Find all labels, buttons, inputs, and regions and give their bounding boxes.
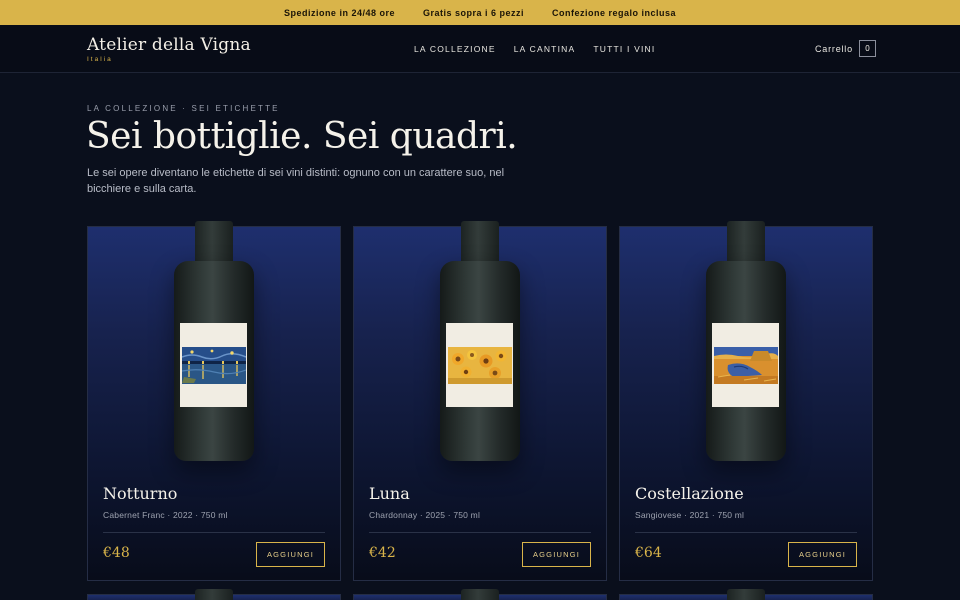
wine-meta: Chardonnay · 2025 · 750 ml [369, 510, 481, 520]
nav-item-all-wines[interactable]: TUTTI I VINI [593, 44, 655, 54]
wine-label [446, 323, 513, 407]
site-header: Atelier della Vigna Italia LA COLLEZIONE… [0, 25, 960, 73]
add-to-cart-button[interactable]: AGGIUNGI [788, 542, 857, 567]
product-card[interactable] [87, 589, 341, 600]
announcement-free-shipping: Gratis sopra i 6 pezzi [422, 7, 525, 18]
sunflowers-artwork [447, 346, 512, 384]
announcement-gift-wrap: Confezione regalo inclusa [552, 7, 677, 18]
nav-item-collection[interactable]: LA COLLEZIONE [414, 44, 496, 54]
wine-bottle-image [727, 589, 765, 600]
noon-rest-artwork [713, 346, 778, 384]
product-card[interactable]: Luna Chardonnay · 2025 · 750 ml €42 AGGI… [353, 221, 607, 581]
product-card[interactable] [353, 589, 607, 600]
product-card[interactable]: Notturno Cabernet Franc · 2022 · 750 ml … [87, 221, 341, 581]
brand-name: Atelier della Vigna [87, 35, 251, 55]
wine-meta: Cabernet Franc · 2022 · 750 ml [103, 510, 228, 520]
announcement-shipping: Spedizione in 24/48 ore [283, 7, 395, 18]
wine-price: €64 [635, 545, 662, 561]
page-title: Sei bottiglie. Sei quadri. [86, 116, 518, 157]
wine-bottle-image [195, 589, 233, 600]
page-lead: Le sei opere diventano le etichette di s… [87, 167, 505, 195]
wine-bottle-image [706, 221, 786, 463]
product-card[interactable]: Costellazione Sangiovese · 2021 · 750 ml… [619, 221, 873, 581]
wine-meta: Sangiovese · 2021 · 750 ml [635, 510, 745, 520]
add-to-cart-button[interactable]: AGGIUNGI [522, 542, 591, 567]
wine-label [180, 323, 247, 407]
cart-count-badge: 0 [858, 40, 876, 57]
nav-item-cellar[interactable]: LA CANTINA [514, 44, 576, 54]
product-card[interactable] [619, 589, 873, 600]
card-divider [103, 532, 325, 533]
brand-subtitle: Italia [87, 56, 113, 63]
card-divider [635, 532, 857, 533]
wine-name[interactable]: Luna [369, 484, 410, 503]
wine-bottle-image [174, 221, 254, 463]
brand-logo[interactable]: Atelier della Vigna Italia [87, 35, 251, 63]
wine-bottle-image [440, 221, 520, 463]
main-nav: LA COLLEZIONE LA CANTINA TUTTI I VINI [414, 44, 655, 54]
section-eyebrow: LA COLLEZIONE · SEI ETICHETTE [87, 104, 280, 113]
announcement-bar: Spedizione in 24/48 ore Gratis sopra i 6… [0, 0, 960, 25]
starry-river-night-artwork [181, 346, 246, 384]
wine-name[interactable]: Notturno [103, 484, 177, 503]
add-to-cart-button[interactable]: AGGIUNGI [256, 542, 325, 567]
wine-name[interactable]: Costellazione [635, 484, 744, 503]
cart-button[interactable]: Carrello 0 [815, 40, 876, 57]
cart-label: Carrello [815, 43, 853, 54]
card-divider [369, 532, 591, 533]
wine-price: €48 [103, 545, 130, 561]
wine-price: €42 [369, 545, 396, 561]
wine-bottle-image [461, 589, 499, 600]
wine-label [712, 323, 779, 407]
